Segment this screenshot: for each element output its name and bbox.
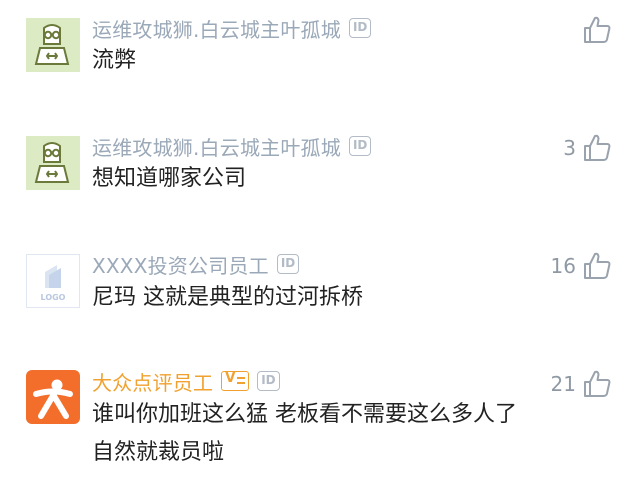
like-count: 16	[550, 254, 576, 278]
avatar[interactable]	[26, 136, 80, 190]
comment-item: 运维攻城狮.白云城主叶孤城 ID 流弊	[0, 0, 634, 110]
engineer-avatar-icon	[34, 142, 70, 183]
comment-text: 谁叫你加班这么猛 老板看不需要这么多人了 自然就裁员啦	[92, 396, 572, 472]
engineer-avatar-icon	[34, 24, 70, 65]
comment-text: 流弊	[92, 48, 137, 73]
company-logo-avatar: LOGO	[41, 265, 66, 302]
thumbs-up-icon	[584, 16, 611, 43]
author-name[interactable]: 大众点评员工	[92, 367, 213, 396]
id-badge: ID	[276, 254, 300, 274]
verified-badge: V	[221, 371, 250, 391]
thumbs-up-icon	[584, 134, 611, 161]
author-name[interactable]: XXXX投资公司员工	[92, 250, 269, 279]
id-badge: ID	[257, 371, 280, 391]
thumbs-up-icon	[584, 252, 611, 279]
logo-text: LOGO	[41, 293, 66, 302]
thumbs-up-icon	[584, 370, 611, 397]
like-button[interactable]: 3	[563, 132, 612, 164]
like-button[interactable]	[576, 14, 612, 46]
like-count: 21	[550, 372, 576, 396]
comment-item: LOGO XXXX投资公司员工 ID 尼玛 这就是典型的过河拆桥 16	[0, 230, 634, 350]
comment-item: 运维攻城狮.白云城主叶孤城 ID 想知道哪家公司 3	[0, 110, 634, 230]
author-name[interactable]: 运维攻城狮.白云城主叶孤城	[92, 132, 341, 161]
comment-text: 尼玛 这就是典型的过河拆桥	[92, 285, 363, 310]
avatar[interactable]: LOGO	[26, 254, 80, 308]
id-badge: ID	[348, 136, 372, 156]
comment-text: 想知道哪家公司	[92, 166, 247, 191]
comment-text-line: 谁叫你加班这么猛 老板看不需要这么多人了	[92, 402, 517, 427]
avatar[interactable]	[26, 370, 80, 424]
dianping-avatar-icon	[33, 379, 73, 419]
id-badge: ID	[348, 18, 372, 38]
like-count: 3	[563, 136, 576, 160]
comment-item: 大众点评员工 V ID 谁叫你加班这么猛 老板看不需要这么多人了 自然就裁员啦 …	[0, 350, 634, 480]
comment-text-line: 自然就裁员啦	[92, 440, 225, 465]
avatar[interactable]	[26, 18, 80, 72]
verified-letter: V	[225, 371, 236, 386]
like-button[interactable]: 21	[551, 368, 612, 400]
author-name[interactable]: 运维攻城狮.白云城主叶孤城	[92, 14, 341, 43]
like-button[interactable]: 16	[551, 250, 612, 282]
